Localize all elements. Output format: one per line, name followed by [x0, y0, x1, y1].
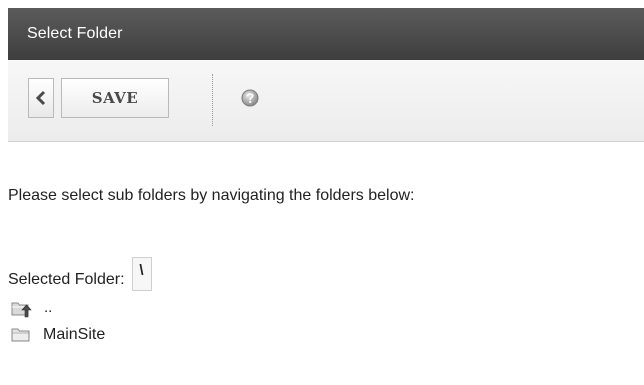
selected-folder-label: Selected Folder:	[8, 271, 125, 288]
chevron-left-icon	[35, 90, 46, 106]
title-bar: Select Folder	[8, 8, 644, 60]
selected-folder-value: \	[131, 257, 152, 291]
selected-folder-row: Selected Folder: \	[8, 257, 152, 291]
folder-item-mainsite[interactable]: MainSite	[10, 326, 105, 344]
select-folder-window: Select Folder SAVE Please select sub fol…	[0, 0, 644, 385]
folder-name: MainSite	[43, 326, 106, 343]
save-button[interactable]: SAVE	[61, 78, 169, 118]
toolbar-divider	[212, 74, 213, 126]
folder-up-icon	[11, 302, 32, 318]
instruction-text: Please select sub folders by navigating …	[8, 187, 415, 204]
folder-name: ..	[44, 298, 53, 316]
folder-item-parent[interactable]: ..	[10, 298, 53, 318]
toolbar: SAVE	[8, 60, 644, 142]
folder-browser: Please select sub folders by navigating …	[8, 143, 644, 385]
back-button[interactable]	[28, 78, 54, 118]
folder-icon	[11, 328, 30, 342]
window-title: Select Folder	[27, 25, 123, 42]
help-icon[interactable]	[240, 88, 260, 108]
